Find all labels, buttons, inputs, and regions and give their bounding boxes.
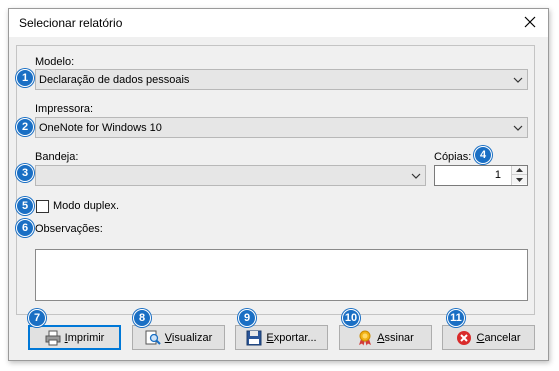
printer-icon bbox=[45, 330, 61, 346]
visualizar-label: Visualizar bbox=[164, 331, 213, 344]
badge-7: 7 bbox=[28, 309, 46, 327]
stepper-up-button[interactable] bbox=[512, 166, 527, 175]
magnifier-icon bbox=[145, 330, 161, 346]
observacoes-textarea[interactable] bbox=[35, 249, 528, 301]
duplex-checkbox[interactable] bbox=[36, 200, 49, 213]
impressora-label: Impressora: bbox=[35, 103, 94, 115]
close-button[interactable] bbox=[512, 9, 548, 37]
badge-1: 1 bbox=[16, 69, 34, 87]
impressora-value: OneNote for Windows 10 bbox=[39, 121, 162, 134]
assinar-label: Assinar bbox=[377, 331, 414, 344]
imprimir-button[interactable]: Imprimir bbox=[28, 325, 121, 350]
assinar-button[interactable]: Assinar bbox=[339, 325, 432, 350]
modelo-value: Declaração de dados pessoais bbox=[39, 73, 190, 86]
cancel-circle-icon bbox=[456, 330, 472, 346]
cancelar-label: Cancelar bbox=[476, 331, 521, 344]
badge-4: 4 bbox=[474, 146, 492, 164]
chevron-down-icon bbox=[407, 166, 425, 185]
bandeja-select[interactable] bbox=[35, 165, 426, 186]
badge-10: 10 bbox=[342, 309, 360, 327]
badge-11: 11 bbox=[447, 309, 465, 327]
ribbon-seal-icon bbox=[357, 330, 373, 346]
modelo-select[interactable]: Declaração de dados pessoais bbox=[35, 69, 528, 90]
badge-6: 6 bbox=[16, 219, 34, 237]
chevron-down-icon bbox=[509, 70, 527, 89]
impressora-select[interactable]: OneNote for Windows 10 bbox=[35, 117, 528, 138]
observacoes-label: Observações: bbox=[35, 223, 103, 235]
imprimir-label: Imprimir bbox=[64, 331, 105, 344]
floppy-disk-icon bbox=[246, 330, 262, 346]
title-bar: Selecionar relatório bbox=[9, 9, 548, 37]
stepper-down-button[interactable] bbox=[512, 175, 527, 184]
exportar-label: Exportar... bbox=[266, 331, 317, 344]
badge-2: 2 bbox=[16, 118, 34, 136]
modelo-label: Modelo: bbox=[35, 56, 75, 68]
exportar-button[interactable]: Exportar... bbox=[235, 325, 328, 350]
badge-9: 9 bbox=[238, 309, 256, 327]
copias-label: Cópias: bbox=[434, 151, 472, 163]
bandeja-label: Bandeja: bbox=[35, 151, 79, 163]
duplex-label: Modo duplex. bbox=[53, 200, 120, 212]
window-title: Selecionar relatório bbox=[19, 16, 123, 30]
chevron-down-icon bbox=[509, 118, 527, 137]
badge-5: 5 bbox=[16, 197, 34, 215]
cancelar-button[interactable]: Cancelar bbox=[442, 325, 535, 350]
badge-8: 8 bbox=[133, 309, 151, 327]
close-icon bbox=[524, 16, 536, 31]
visualizar-button[interactable]: Visualizar bbox=[132, 325, 225, 350]
copias-stepper[interactable]: 1 bbox=[434, 165, 528, 186]
select-report-dialog: Selecionar relatório Modelo: Declaração … bbox=[8, 8, 549, 361]
copias-value: 1 bbox=[494, 169, 501, 181]
stepper-buttons bbox=[511, 166, 527, 185]
badge-3: 3 bbox=[16, 164, 34, 182]
